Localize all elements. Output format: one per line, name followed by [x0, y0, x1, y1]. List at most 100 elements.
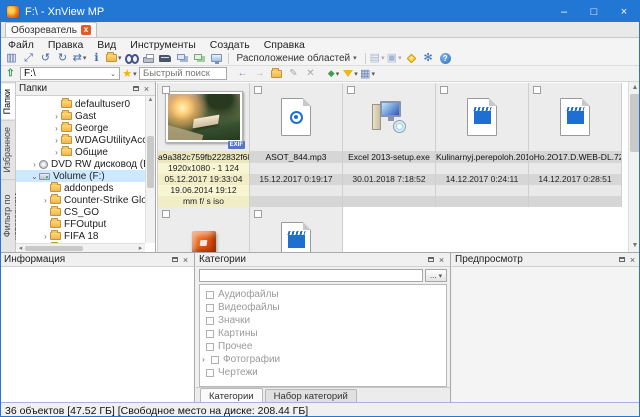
menu-tools[interactable]: Инструменты — [123, 39, 202, 51]
category-checkbox[interactable] — [206, 316, 214, 325]
expand-chevron-icon[interactable]: › — [200, 355, 207, 364]
tree-item-addonpeds[interactable]: addonpeds — [16, 182, 145, 194]
sidetab-favorites[interactable]: Избранное — [1, 120, 15, 179]
menu-edit[interactable]: Правка — [41, 39, 90, 51]
forward-button[interactable]: → — [252, 67, 267, 81]
close-panel-button[interactable]: × — [627, 255, 638, 265]
tree-item-dvd-rw-дисковод-e-[interactable]: › DVD RW дисковод (E:) — [16, 158, 145, 170]
filter-button[interactable]: ▾ — [343, 67, 358, 81]
categories-filter-input[interactable] — [199, 269, 423, 282]
label-display-button[interactable]: ▣ ▾ — [386, 51, 403, 65]
float-panel-button[interactable] — [130, 84, 141, 94]
close-panel-button[interactable]: × — [180, 255, 191, 265]
tree-item-wdagutilityaccount[interactable]: › WDAGUtilityAccount — [16, 134, 145, 146]
float-panel-button[interactable] — [425, 255, 436, 265]
expand-chevron-icon[interactable]: › — [41, 196, 50, 205]
new-folder-button[interactable] — [269, 67, 284, 81]
file-item[interactable] — [250, 207, 343, 252]
expand-chevron-icon[interactable]: › — [41, 232, 50, 241]
item-checkbox[interactable] — [254, 86, 262, 94]
maximize-button[interactable]: □ — [579, 1, 609, 22]
compare-button[interactable] — [174, 51, 191, 65]
menu-create[interactable]: Создать — [203, 39, 257, 51]
path-combobox[interactable]: F:\ ⌄ — [20, 67, 120, 80]
category-row[interactable]: Видеофайлы — [200, 301, 446, 314]
category-row[interactable]: › Фотографии — [200, 353, 446, 366]
item-checkbox[interactable] — [162, 210, 170, 218]
tab-category-sets[interactable]: Набор категорий — [264, 389, 357, 403]
file-item-4[interactable]: Kulinarnyj.perepoloh.2017.P... 14.12.2017… — [436, 83, 529, 207]
tree-item-defaultuser0[interactable]: defaultuser0 — [16, 98, 145, 110]
category-checkbox[interactable] — [206, 303, 214, 312]
tree-vertical-scrollbar[interactable]: ▲ — [145, 96, 155, 243]
help-button[interactable]: ? — [437, 51, 454, 65]
content-vertical-scrollbar[interactable]: ▲ ▼ — [628, 82, 639, 252]
category-checkbox[interactable] — [206, 368, 214, 377]
file-item-5[interactable]: oHo.2O17.D.WEB-DL.720p... 14.12.2017 0:28… — [529, 83, 622, 207]
thumbnail-size-button[interactable]: ▤ ▾ — [369, 51, 386, 65]
scrollbar-thumb[interactable] — [25, 245, 83, 251]
category-checkbox[interactable] — [206, 290, 214, 299]
tree-item-cs-go[interactable]: CS_GO — [16, 206, 145, 218]
scan-button[interactable] — [157, 51, 174, 65]
scroll-up-icon[interactable]: ▲ — [146, 96, 155, 105]
search-button[interactable] — [123, 51, 140, 65]
menu-file[interactable]: Файл — [1, 39, 41, 51]
category-row[interactable]: Картины — [200, 327, 446, 340]
item-checkbox[interactable] — [440, 86, 448, 94]
fullscreen-button[interactable]: ⤢ — [20, 51, 37, 65]
category-row[interactable]: Значки — [200, 314, 446, 327]
sidetab-folders[interactable]: Папки — [1, 82, 15, 121]
tree-item-counter-strike-global-of[interactable]: › Counter-Strike Global Of — [16, 194, 145, 206]
scroll-left-icon[interactable]: ◂ — [16, 244, 25, 252]
category-row[interactable]: Аудиофайлы — [200, 288, 446, 301]
expand-chevron-icon[interactable]: › — [52, 124, 61, 133]
menu-help[interactable]: Справка — [257, 39, 312, 51]
print-button[interactable] — [140, 51, 157, 65]
tab-close-icon[interactable]: x — [80, 25, 91, 35]
tab-browser[interactable]: Обозреватель x — [5, 22, 97, 37]
minimize-button[interactable]: – — [549, 1, 579, 22]
scrollbar-thumb[interactable] — [147, 136, 154, 188]
float-panel-button[interactable] — [169, 255, 180, 265]
expand-chevron-icon[interactable]: › — [52, 112, 61, 121]
back-button[interactable]: ← — [235, 67, 250, 81]
expand-chevron-icon[interactable]: › — [30, 160, 39, 169]
category-checkbox[interactable] — [206, 329, 214, 338]
favorites-button[interactable]: ★ ▾ — [122, 67, 137, 81]
layout-dropdown[interactable]: Расположение областей ▾ — [232, 52, 362, 65]
menu-view[interactable]: Вид — [90, 39, 123, 51]
convert-button[interactable]: ⇄ ▾ — [71, 51, 88, 65]
file-item-3[interactable]: Excel 2013-setup.exe 30.01.2018 7:18:52 — [343, 83, 436, 207]
scroll-down-icon[interactable]: ▼ — [629, 240, 639, 252]
parent-folder-button[interactable]: ⇧ — [3, 67, 18, 81]
item-checkbox[interactable] — [347, 86, 355, 94]
batch-convert-button[interactable] — [191, 51, 208, 65]
scroll-right-icon[interactable]: ▸ — [136, 244, 145, 252]
tab-categories[interactable]: Категории — [200, 388, 263, 403]
category-row[interactable]: Чертежи — [200, 366, 446, 379]
view-mode-button[interactable]: ▦ ▾ — [360, 67, 375, 81]
close-button[interactable]: × — [609, 1, 639, 22]
viewer-button[interactable]: ▥ — [3, 51, 20, 65]
expand-chevron-icon[interactable]: ⌄ — [30, 172, 39, 181]
edit-button[interactable]: ✎ — [286, 67, 301, 81]
file-item-2[interactable]: ASOT_844.mp3 15.12.2017 0:19:17 — [250, 83, 343, 207]
tree-item-gast[interactable]: › Gast — [16, 110, 145, 122]
tree-item-george[interactable]: › George — [16, 122, 145, 134]
quick-search-input[interactable] — [139, 67, 227, 80]
settings-button[interactable]: ✻ — [420, 51, 437, 65]
delete-button[interactable]: ✕ — [303, 67, 318, 81]
scrollbar-thumb[interactable] — [630, 94, 639, 152]
category-checkbox[interactable] — [211, 355, 219, 364]
category-checkbox[interactable] — [206, 342, 214, 351]
item-checkbox[interactable] — [533, 86, 541, 94]
rotate-right-button[interactable]: ↻ — [54, 51, 71, 65]
item-checkbox[interactable] — [254, 210, 262, 218]
tree-item-volume-f-[interactable]: ⌄ Volume (F:) — [16, 170, 145, 182]
item-checkbox[interactable] — [162, 86, 170, 94]
tree-item-общие[interactable]: › Общие — [16, 146, 145, 158]
tree-item-ffoutput[interactable]: FFOutput — [16, 218, 145, 230]
tag-button[interactable] — [403, 51, 420, 65]
file-item-1[interactable]: EXIF a9a382c759fb222832f68b2d...1920x1080… — [157, 83, 250, 207]
